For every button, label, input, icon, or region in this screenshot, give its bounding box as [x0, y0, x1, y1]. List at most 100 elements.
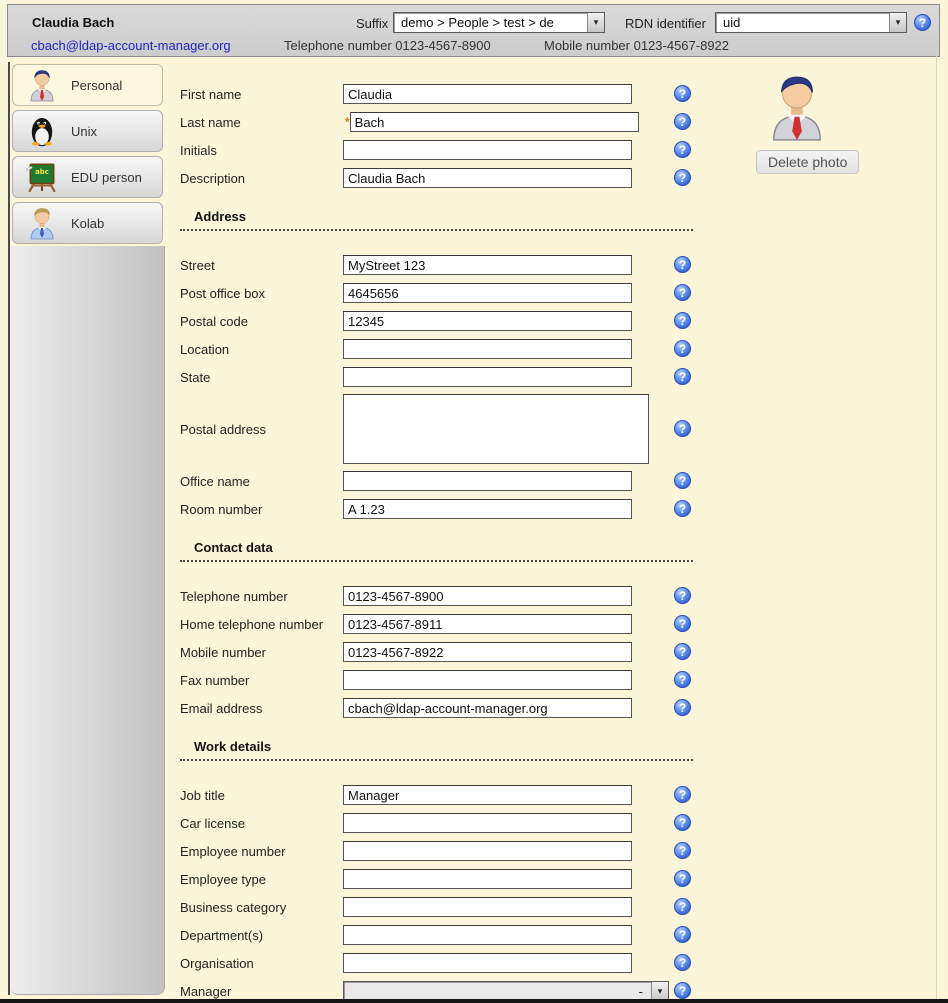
- email-link[interactable]: cbach@ldap-account-manager.org: [31, 38, 231, 53]
- sidebar-tab-edu-person[interactable]: abc EDU person: [12, 156, 163, 198]
- sidebar-tab-personal[interactable]: Personal: [12, 64, 163, 106]
- postal-code-input[interactable]: [343, 311, 632, 331]
- field-label: Initials: [180, 143, 343, 158]
- field-label: Postal code: [180, 314, 343, 329]
- organisation-input[interactable]: [343, 953, 632, 973]
- help-icon[interactable]: ?: [674, 982, 691, 999]
- field-label: Employee type: [180, 872, 343, 887]
- form-row-home-telephone-number: Home telephone number ?: [180, 610, 710, 638]
- postal-address-textarea[interactable]: [343, 394, 649, 464]
- photo-column: Delete photo: [752, 74, 872, 174]
- suffix-select-value: demo > People > test > de: [394, 15, 587, 30]
- form-row-email-address: Email address ?: [180, 694, 710, 722]
- help-icon[interactable]: ?: [674, 141, 691, 158]
- help-icon[interactable]: ?: [674, 113, 691, 130]
- sidebar-tabs: Personal Unix abc EDU person: [12, 64, 163, 248]
- department-s-input[interactable]: [343, 925, 632, 945]
- form-row-job-title: Job title ?: [180, 781, 710, 809]
- dropdown-arrow-icon: ▾: [587, 13, 604, 32]
- help-icon[interactable]: ?: [674, 954, 691, 971]
- description-input[interactable]: [343, 168, 632, 188]
- form-row-business-category: Business category ?: [180, 893, 710, 921]
- help-icon[interactable]: ?: [674, 699, 691, 716]
- help-icon[interactable]: ?: [674, 340, 691, 357]
- mobile-summary: Mobile number 0123-4567-8922: [544, 38, 729, 53]
- office-name-input[interactable]: [343, 471, 632, 491]
- chalkboard-letters: abc: [35, 168, 49, 176]
- form-row-post-office-box: Post office box ?: [180, 279, 710, 307]
- sidebar-tab-label: Personal: [71, 78, 122, 93]
- field-label: Mobile number: [180, 645, 343, 660]
- section-header-address: Address: [180, 208, 693, 231]
- form-row-postal-address: Postal address ?: [180, 391, 710, 467]
- sidebar-panel: [10, 246, 165, 995]
- initials-input[interactable]: [343, 140, 632, 160]
- rdn-identifier-select[interactable]: uid ▾: [715, 12, 907, 33]
- help-icon[interactable]: ?: [674, 898, 691, 915]
- help-icon[interactable]: ?: [674, 870, 691, 887]
- employee-number-input[interactable]: [343, 841, 632, 861]
- form-row-telephone-number: Telephone number ?: [180, 582, 710, 610]
- employee-type-input[interactable]: [343, 869, 632, 889]
- account-header: Claudia Bach cbach@ldap-account-manager.…: [7, 4, 940, 57]
- sidebar-tab-kolab[interactable]: Kolab: [12, 202, 163, 244]
- form-row-car-license: Car license ?: [180, 809, 710, 837]
- help-icon[interactable]: ?: [674, 420, 691, 437]
- help-icon[interactable]: ?: [914, 14, 931, 31]
- help-icon[interactable]: ?: [674, 284, 691, 301]
- help-icon[interactable]: ?: [674, 472, 691, 489]
- field-label: Manager: [180, 984, 343, 999]
- form-area: First name ? Last name* ? Initials ? Des…: [180, 56, 710, 1003]
- street-input[interactable]: [343, 255, 632, 275]
- form-row-office-name: Office name ?: [180, 467, 710, 495]
- form-row-mobile-number: Mobile number ?: [180, 638, 710, 666]
- section-header-work-details: Work details: [180, 738, 693, 761]
- delete-photo-button[interactable]: Delete photo: [756, 150, 859, 174]
- sidebar-tab-label: Unix: [71, 124, 97, 139]
- form-row-organisation: Organisation ?: [180, 949, 710, 977]
- help-icon[interactable]: ?: [674, 587, 691, 604]
- help-icon[interactable]: ?: [674, 85, 691, 102]
- mobile-number-input[interactable]: [343, 642, 632, 662]
- fax-number-input[interactable]: [343, 670, 632, 690]
- car-license-input[interactable]: [343, 813, 632, 833]
- home-telephone-number-input[interactable]: [343, 614, 632, 634]
- field-label: Fax number: [180, 673, 343, 688]
- user-photo: [768, 74, 826, 142]
- sidebar-tab-unix[interactable]: Unix: [12, 110, 163, 152]
- help-icon[interactable]: ?: [674, 368, 691, 385]
- form-row-description: Description ?: [180, 164, 710, 192]
- help-icon[interactable]: ?: [674, 169, 691, 186]
- state-input[interactable]: [343, 367, 632, 387]
- telephone-number-input[interactable]: [343, 586, 632, 606]
- first-name-input[interactable]: [343, 84, 632, 104]
- location-input[interactable]: [343, 339, 632, 359]
- section-title: Contact data: [194, 540, 273, 555]
- field-label: Business category: [180, 900, 343, 915]
- rdn-select-value: uid: [716, 15, 889, 30]
- help-icon[interactable]: ?: [674, 615, 691, 632]
- help-icon[interactable]: ?: [674, 256, 691, 273]
- dropdown-arrow-icon: ▾: [889, 13, 906, 32]
- last-name-input[interactable]: [350, 112, 639, 132]
- help-icon[interactable]: ?: [674, 926, 691, 943]
- help-icon[interactable]: ?: [674, 500, 691, 517]
- help-icon[interactable]: ?: [674, 814, 691, 831]
- select-value: -: [344, 984, 651, 999]
- help-icon[interactable]: ?: [674, 671, 691, 688]
- section-title: Work details: [194, 739, 271, 754]
- help-icon[interactable]: ?: [674, 643, 691, 660]
- suffix-select[interactable]: demo > People > test > de ▾: [393, 12, 605, 33]
- post-office-box-input[interactable]: [343, 283, 632, 303]
- email-address-input[interactable]: [343, 698, 632, 718]
- room-number-input[interactable]: [343, 499, 632, 519]
- help-icon[interactable]: ?: [674, 842, 691, 859]
- business-category-input[interactable]: [343, 897, 632, 917]
- field-label: Car license: [180, 816, 343, 831]
- form-row-postal-code: Postal code ?: [180, 307, 710, 335]
- job-title-input[interactable]: [343, 785, 632, 805]
- field-label: Postal address: [180, 422, 343, 437]
- help-icon[interactable]: ?: [674, 786, 691, 803]
- field-label: Organisation: [180, 956, 343, 971]
- help-icon[interactable]: ?: [674, 312, 691, 329]
